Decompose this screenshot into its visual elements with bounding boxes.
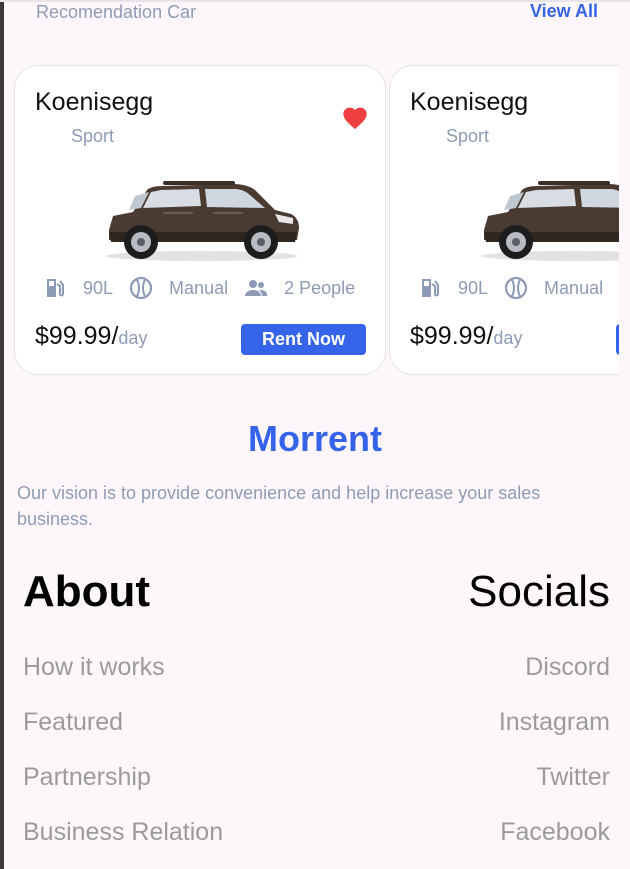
steering-wheel-icon [129,276,153,300]
car-name: Koenisegg [410,88,529,116]
car-specs: 90L Manual 2 People [43,274,371,302]
view-all-link[interactable]: View All [530,1,598,22]
rent-now-button[interactable]: Rent Now [241,324,366,355]
capacity: 2 People [284,277,356,298]
car-image [481,181,619,261]
heart-icon[interactable] [341,104,369,130]
section-title: Recomendation Car [36,2,197,22]
price: $99.99/day [35,322,147,351]
price-unit: day [118,328,148,348]
car-name: Koenisegg [35,88,154,116]
brand-logo: Morrent [248,418,382,459]
footer-link-instagram[interactable]: Instagram [499,708,610,737]
fuel-icon [422,279,439,297]
about-heading: About [23,567,151,616]
car-card[interactable]: Koenisegg Sport 90L Manual $99.99/day [389,65,619,375]
car-image [106,181,299,261]
footer-link-partnership[interactable]: Partnership [23,763,151,792]
footer-link-facebook[interactable]: Facebook [500,818,610,847]
vision-text: Our vision is to provide convenience and… [17,483,541,529]
car-type: Sport [446,126,490,146]
footer-link-featured[interactable]: Featured [23,708,123,737]
footer-link-discord[interactable]: Discord [525,653,610,682]
footer-link-business-relation[interactable]: Business Relation [23,818,223,847]
price: $99.99/day [410,322,522,351]
car-carousel[interactable]: Koenisegg Sport 90L Manual 2 People $99.… [14,65,619,379]
price-value: $99.99/ [35,322,119,350]
steering-wheel-icon [504,276,528,300]
car-card[interactable]: Koenisegg Sport 90L Manual 2 People $99.… [14,65,386,375]
footer-link-twitter[interactable]: Twitter [536,763,610,792]
car-specs: 90L Manual [418,274,619,302]
rent-now-button[interactable] [616,324,619,355]
price-unit: day [493,328,523,348]
transmission: Manual [169,277,229,298]
fuel-capacity: 90L [458,277,489,298]
people-icon [245,280,268,296]
price-value: $99.99/ [410,322,494,350]
car-type: Sport [71,126,115,146]
socials-heading: Socials [468,567,610,616]
transmission: Manual [544,277,604,298]
footer-link-how-it-works[interactable]: How it works [23,653,165,682]
fuel-icon [47,279,64,297]
fuel-capacity: 90L [83,277,114,298]
